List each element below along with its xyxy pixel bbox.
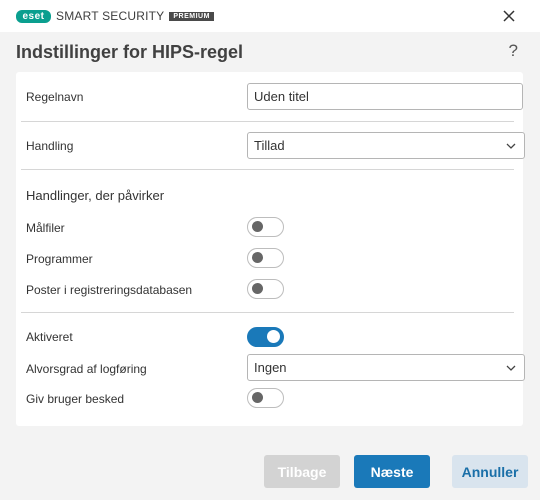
chevron-down-icon	[506, 365, 516, 371]
log-severity-label: Alvorsgrad af logføring	[26, 362, 147, 376]
log-severity-select[interactable]: Ingen	[247, 354, 525, 381]
affects-item-registry-entries: Poster i registreringsdatabasen	[26, 279, 514, 301]
rule-settings-panel: Regelnavn Handling Tillad Handlinger, de…	[16, 72, 525, 426]
divider	[21, 169, 514, 170]
divider	[21, 121, 514, 122]
action-select-value: Tillad	[254, 138, 285, 153]
log-severity-select-value: Ingen	[254, 360, 287, 375]
eset-logo-badge: eset	[16, 9, 51, 23]
applications-label: Programmer	[26, 252, 93, 266]
affects-item-target-files: Målfiler	[26, 217, 514, 239]
rule-name-label: Regelnavn	[26, 90, 84, 104]
rule-name-input[interactable]	[247, 83, 523, 110]
action-row: Handling Tillad	[26, 132, 525, 160]
action-select[interactable]: Tillad	[247, 132, 525, 159]
product-name: SMART SECURITY	[56, 9, 165, 23]
action-label: Handling	[26, 139, 74, 153]
toggle-knob	[267, 330, 280, 343]
affects-item-applications: Programmer	[26, 248, 514, 270]
target-files-label: Målfiler	[26, 221, 65, 235]
help-icon[interactable]: ?	[509, 41, 518, 61]
enabled-label: Aktiveret	[26, 330, 73, 344]
back-button[interactable]: Tilbage	[264, 455, 340, 488]
log-severity-row: Alvorsgrad af logføring Ingen	[26, 354, 525, 382]
applications-toggle[interactable]	[247, 248, 284, 268]
notify-user-label: Giv bruger besked	[26, 392, 125, 406]
affects-heading: Handlinger, der påvirker	[26, 188, 165, 203]
enabled-row: Aktiveret	[26, 327, 514, 349]
edition-badge: PREMIUM	[169, 11, 214, 21]
registry-entries-toggle[interactable]	[247, 279, 284, 299]
enabled-toggle[interactable]	[247, 327, 284, 347]
chevron-down-icon	[506, 143, 516, 149]
next-button[interactable]: Næste	[354, 455, 430, 488]
notify-user-toggle[interactable]	[247, 388, 284, 408]
page-title: Indstillinger for HIPS-regel	[16, 42, 244, 62]
toggle-knob	[252, 392, 263, 403]
divider	[21, 312, 514, 313]
toggle-knob	[252, 221, 263, 232]
close-icon[interactable]	[500, 7, 518, 25]
toggle-knob	[252, 283, 263, 294]
target-files-toggle[interactable]	[247, 217, 284, 237]
toggle-knob	[252, 252, 263, 263]
registry-entries-label: Poster i registreringsdatabasen	[26, 283, 193, 297]
title-bar: eset SMART SECURITY PREMIUM	[0, 0, 540, 32]
rule-name-row: Regelnavn	[26, 83, 523, 111]
cancel-button[interactable]: Annuller	[452, 455, 528, 488]
app-logo: eset SMART SECURITY PREMIUM	[16, 9, 214, 23]
notify-user-row: Giv bruger besked	[26, 388, 514, 410]
